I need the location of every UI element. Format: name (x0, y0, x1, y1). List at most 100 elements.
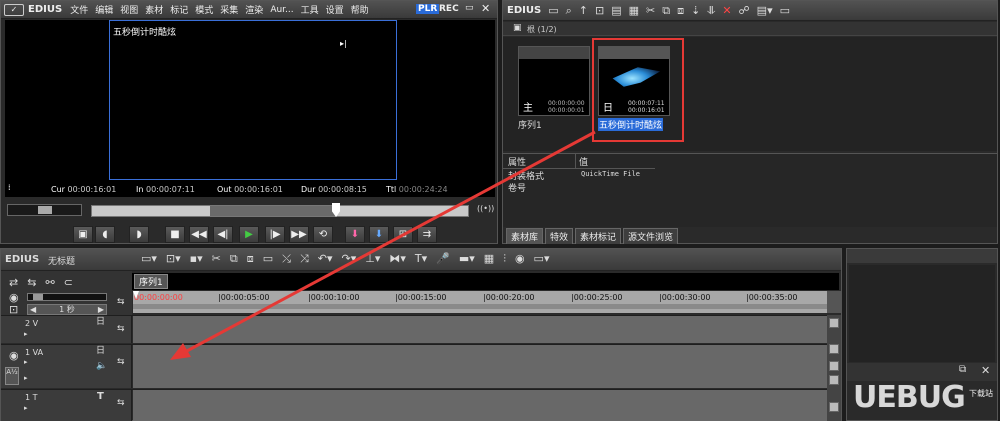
position-bar[interactable] (91, 203, 469, 217)
eye-icon[interactable]: ◉ (9, 292, 19, 303)
shuttle-handle[interactable] (38, 206, 52, 214)
scale-next-icon[interactable]: ▶ (98, 305, 104, 314)
open-external-icon[interactable]: ⧉ (959, 365, 966, 375)
title-track-icon[interactable]: T (97, 392, 104, 402)
remove-cut-icon[interactable]: ⤨ (300, 253, 309, 264)
menu-capture[interactable]: 采集 (220, 3, 238, 16)
scale-prev-icon[interactable]: ◀ (30, 305, 36, 314)
copy-icon[interactable]: ⧉ (230, 253, 238, 264)
menu-view[interactable]: 视图 (120, 3, 138, 16)
mode-toggle-icon[interactable]: ⇄ (9, 274, 18, 291)
loop-icon[interactable]: ((•)) (477, 205, 494, 213)
vertical-scroll[interactable] (827, 315, 841, 421)
layout-icon[interactable]: ▭▾ (534, 253, 550, 264)
voice-over-icon[interactable]: 🎤 (436, 253, 450, 264)
menu-edit[interactable]: 编辑 (95, 3, 113, 16)
cut-icon[interactable]: ✂ (646, 5, 655, 16)
visibility-icon[interactable]: ◉ (9, 350, 19, 361)
add-cut-icon[interactable]: ⤯ (282, 253, 291, 264)
rec-mode-button[interactable]: REC (439, 4, 459, 14)
save-project-icon[interactable]: ▪▾ (190, 253, 203, 264)
menu-settings[interactable]: 设置 (326, 3, 344, 16)
new-sequence-icon[interactable]: ▭▾ (141, 253, 157, 264)
add-to-timeline-icon[interactable]: ⇣ (691, 5, 700, 16)
track-expand-icon[interactable]: ▸ (24, 375, 28, 382)
track-lane[interactable] (133, 316, 829, 343)
rewind-button[interactable]: ◀◀ (189, 226, 209, 243)
add-clip-icon[interactable]: ⊡ (595, 5, 604, 16)
step-back-button[interactable]: ◀| (213, 226, 233, 243)
fast-forward-button[interactable]: ▶▶ (289, 226, 309, 243)
mode-button[interactable]: ▣ (73, 226, 93, 243)
track-lane[interactable] (133, 345, 829, 388)
paste-icon[interactable]: ⧈ (677, 5, 684, 16)
ripple-icon[interactable]: ⇆ (27, 274, 36, 291)
redo-icon[interactable]: ↷▾ (342, 253, 357, 264)
cut-icon[interactable]: ✂ (212, 253, 221, 264)
grid-icon[interactable]: ▦ (484, 253, 494, 264)
video-track-icon[interactable]: 日 (96, 318, 105, 327)
split-button[interactable]: ⊞ (393, 226, 413, 243)
menu-render[interactable]: 渲染 (245, 3, 263, 16)
tab-effects[interactable]: 特效 (545, 228, 574, 244)
track-mode-icon[interactable]: ⇆ (117, 399, 125, 408)
set-out-button[interactable]: ◗ (129, 226, 149, 243)
zoom-slider[interactable] (27, 293, 107, 301)
menu-help[interactable]: 帮助 (351, 3, 369, 16)
close-icon[interactable]: ✕ (481, 2, 490, 15)
scale-selector[interactable]: ◀ 1 秒 ▶ (27, 304, 107, 315)
close-panel-icon[interactable]: ✕ (981, 365, 990, 376)
tab-bin[interactable]: 素材库 (506, 228, 544, 244)
export-button[interactable]: ⇉ (417, 226, 437, 243)
clip-thumbnail-sequence[interactable]: 主 00:00:00:00 00:00:00:01 (518, 46, 590, 116)
play-button[interactable]: ▶ (239, 226, 259, 243)
render-icon[interactable]: ▬▾ (459, 253, 475, 264)
add-title-icon[interactable]: ▤ (611, 5, 621, 16)
insert-icon[interactable]: ⥥ (707, 5, 715, 16)
track-lane[interactable] (133, 390, 829, 421)
color-wheel-icon[interactable]: ◉ (515, 253, 525, 264)
paste-icon[interactable]: ⧈ (247, 253, 254, 264)
properties-icon[interactable]: ☍ (739, 5, 750, 16)
menu-mode[interactable]: 模式 (195, 3, 213, 16)
track-expand-icon[interactable]: ▸ (24, 331, 28, 338)
insert-to-timeline-button[interactable]: ⬇ (345, 226, 365, 243)
shuttle-slider[interactable] (7, 204, 82, 216)
plr-mode-button[interactable]: PLR (416, 4, 440, 14)
delete-icon[interactable]: ▭ (263, 253, 273, 264)
snap-icon[interactable]: ⧓▾ (389, 253, 406, 264)
track-mode-icon[interactable]: ⇆ (117, 358, 125, 367)
bin-menu-icon[interactable]: ▭ (780, 5, 790, 16)
link-icon[interactable]: ⊂ (64, 274, 73, 291)
stop-button[interactable]: ■ (165, 226, 185, 243)
loop-play-button[interactable]: ⟲ (313, 226, 333, 243)
view-mode-icon[interactable]: ▤▾ (757, 5, 773, 16)
track-expand-icon[interactable]: ▸ (24, 405, 28, 412)
audio-channel-badge[interactable]: A½ (5, 367, 19, 385)
set-in-button[interactable]: ◖ (95, 226, 115, 243)
undo-icon[interactable]: ↶▾ (318, 253, 333, 264)
overwrite-to-timeline-button[interactable]: ⬇ (369, 226, 389, 243)
mixer-icon[interactable]: ⫶ (503, 253, 506, 264)
expand-icon[interactable]: ⇆ (117, 298, 125, 307)
delete-icon[interactable]: ✕ (722, 5, 731, 16)
open-project-icon[interactable]: ⊡▾ (166, 253, 181, 264)
marker-icon[interactable]: ⊥▾ (365, 253, 380, 264)
menu-file[interactable]: 文件 (70, 3, 88, 16)
sequence-tab[interactable]: 序列1 (134, 274, 168, 289)
minimize-icon[interactable]: ▭ (465, 3, 474, 13)
copy-icon[interactable]: ⧉ (662, 5, 670, 16)
time-ruler[interactable]: 00:00:00:00 |00:00:05:00 |00:00:10:00 |0… (133, 291, 827, 313)
search-icon[interactable]: ⌕ (566, 5, 572, 16)
sync-icon[interactable]: ⚯ (45, 274, 54, 291)
menu-audio[interactable]: Aur... (270, 5, 293, 15)
step-forward-button[interactable]: |▶ (265, 226, 285, 243)
title-icon[interactable]: T▾ (415, 253, 427, 264)
color-bar-icon[interactable]: ▦ (629, 5, 639, 16)
lock-icon[interactable]: ⊡ (9, 304, 18, 315)
up-folder-icon[interactable]: ↑ (579, 5, 588, 16)
audio-speaker-icon[interactable]: 🔈 (96, 362, 107, 371)
track-expand-icon[interactable]: ▸ (24, 359, 28, 366)
tab-source-browser[interactable]: 源文件浏览 (623, 228, 679, 244)
video-track-icon[interactable]: 日 (96, 347, 105, 356)
